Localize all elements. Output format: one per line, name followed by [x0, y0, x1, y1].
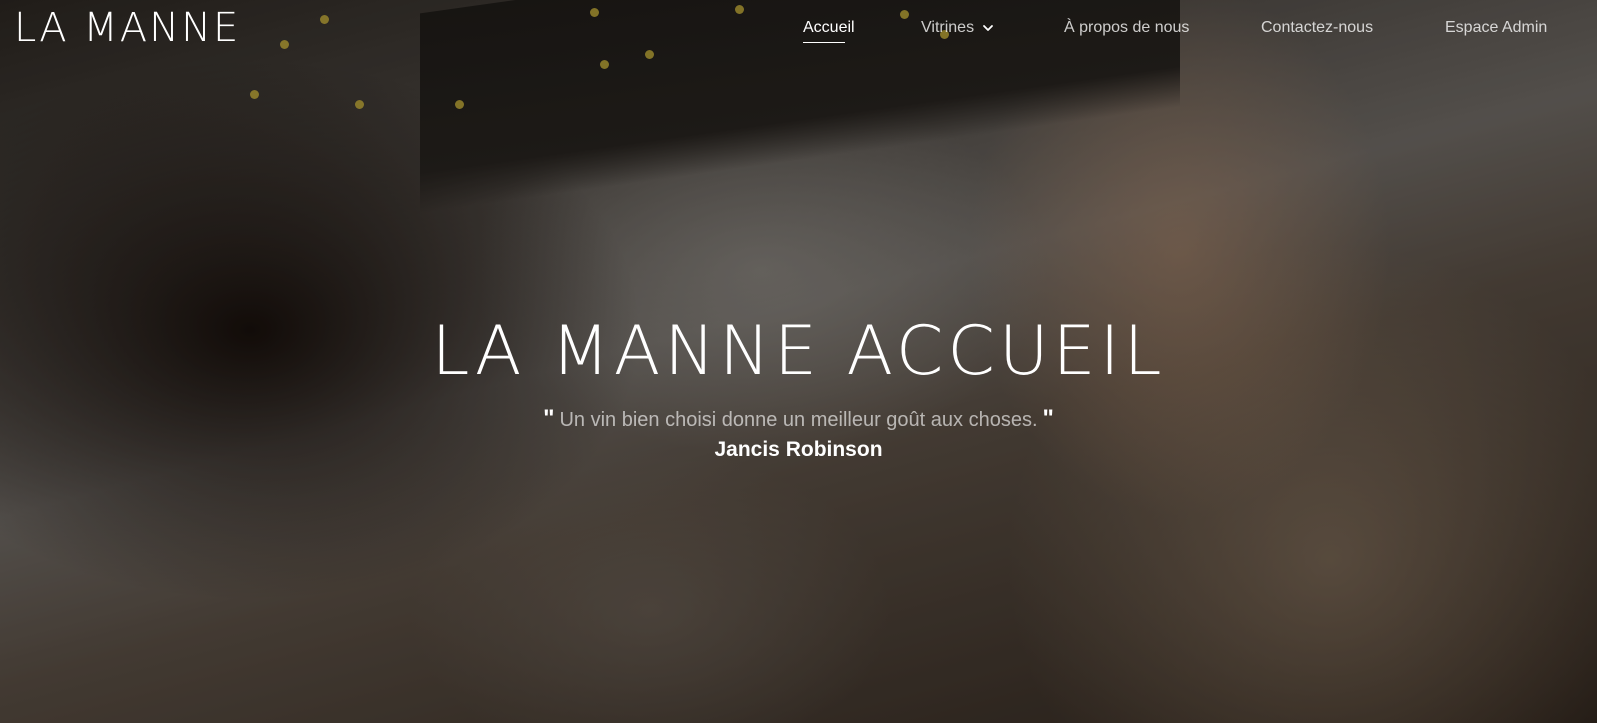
nav-item-a-propos[interactable]: À propos de nous — [1064, 17, 1189, 41]
quote-author: Jancis Robinson — [714, 438, 883, 461]
quote-text: Un vin bien choisi donne un meilleur goû… — [559, 409, 1038, 431]
main-nav: Accueil Vitrines À propos de nous Contac… — [0, 17, 1597, 43]
nav-item-contact[interactable]: Contactez-nous — [1261, 17, 1373, 41]
nav-item-vitrines-label: Vitrines — [921, 19, 975, 36]
hero-quote: " Un vin bien choisi donne un meilleur go… — [0, 404, 1597, 435]
quote-close-mark: " — [1042, 405, 1054, 432]
site-header: LA MANNE Accueil Vitrines À propos de no… — [0, 0, 1597, 60]
nav-item-accueil[interactable]: Accueil — [803, 17, 855, 43]
hero-title: LA MANNE ACCUEIL — [431, 312, 1166, 391]
quote-open-mark: " — [543, 405, 555, 432]
nav-item-espace-admin[interactable]: Espace Admin — [1445, 17, 1547, 41]
nav-item-vitrines[interactable]: Vitrines — [921, 17, 994, 41]
chevron-down-icon — [983, 24, 993, 31]
